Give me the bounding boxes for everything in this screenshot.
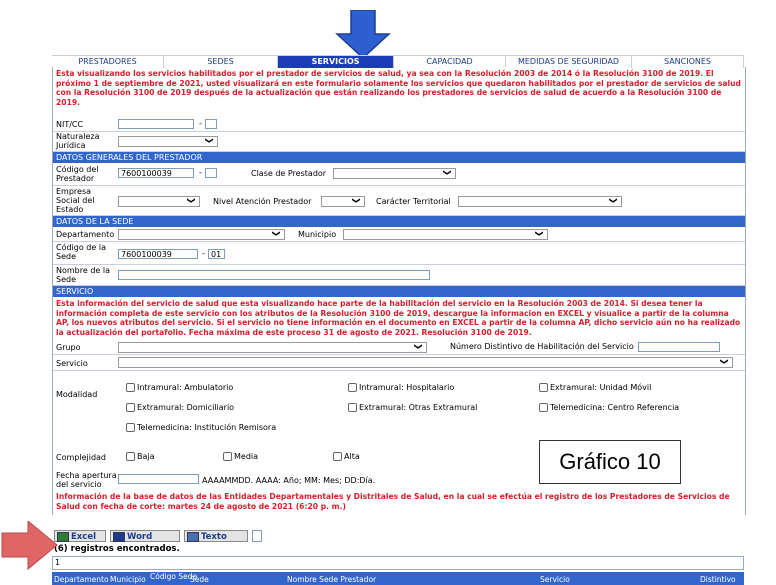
- word-icon: [113, 532, 125, 542]
- clase-prestador-label: Clase de Prestador: [251, 169, 327, 178]
- label-media: Media: [234, 452, 259, 461]
- grupo-label: Grupo: [56, 343, 81, 352]
- fecha-hint: AAAAMMDD. AAAA: Año; MM: Mes; DD:Día.: [202, 476, 376, 485]
- notice-servicio: Esta información del servicio de salud q…: [56, 299, 741, 337]
- empresa-social-label: Empresa Social del Estado: [56, 187, 95, 214]
- departamento-label: Departamento: [56, 230, 115, 239]
- section-datos-sede: DATOS DE LA SEDE: [53, 216, 745, 227]
- checkbox-telemedicina-centro[interactable]: [539, 403, 548, 412]
- col-nombre-sede[interactable]: Nombre Sede Prestador: [287, 575, 376, 584]
- tab-bar: PRESTADORES SEDES SERVICIOS CAPACIDAD ME…: [52, 55, 745, 68]
- codigo-sede-label: Código de la Sede: [56, 243, 106, 261]
- checkbox-extramural-otras[interactable]: [348, 403, 357, 412]
- municipio-select[interactable]: [343, 229, 548, 240]
- col-departamento[interactable]: Departamento: [54, 575, 109, 584]
- nit-dv-input[interactable]: [205, 119, 217, 129]
- word-button-label: Word: [127, 532, 153, 542]
- results-table-header: Departamento Municipio Código Sede Sede …: [52, 572, 744, 585]
- grupo-select[interactable]: [118, 342, 427, 353]
- excel-button-label: Excel: [71, 532, 97, 542]
- pagination-row: 1: [52, 556, 744, 570]
- clase-prestador-select[interactable]: [333, 168, 456, 179]
- nit-label: NIT/CC: [56, 120, 84, 129]
- checkbox-extramural-unidad-movil[interactable]: [539, 383, 548, 392]
- col-distintivo[interactable]: Distintivo: [700, 575, 736, 584]
- checkbox-intramural-hospitalario[interactable]: [348, 383, 357, 392]
- texto-button[interactable]: Texto: [184, 530, 248, 542]
- section-servicio: SERVICIO: [53, 286, 745, 297]
- col-municipio[interactable]: Municipio: [110, 575, 146, 584]
- texto-button-label: Texto: [201, 532, 227, 542]
- codigo-prestador-label: Código del Prestador: [56, 165, 99, 183]
- label-baja: Baja: [137, 452, 155, 461]
- codigo-prestador-dv-input[interactable]: [205, 168, 217, 178]
- section-datos-generales: DATOS GENERALES DEL PRESTADOR: [53, 152, 745, 163]
- departamento-select[interactable]: [118, 229, 285, 240]
- label-extramural-otras: Extramural: Otras Extramural: [359, 403, 478, 412]
- label-intramural-hospitalario: Intramural: Hospitalario: [359, 383, 455, 392]
- nivel-atencion-select[interactable]: [321, 196, 365, 207]
- texto-icon: [187, 532, 199, 542]
- codigo-sede-suffix-input[interactable]: 01: [208, 249, 225, 259]
- checkbox-intramural-ambulatorio[interactable]: [126, 383, 135, 392]
- excel-button[interactable]: Excel: [54, 530, 106, 542]
- label-telemedicina-remisora: Telemedicina: Institución Remisora: [137, 423, 277, 432]
- checkbox-extramural-domiciliario[interactable]: [126, 403, 135, 412]
- label-telemedicina-centro: Telemedicina: Centro Referencia: [550, 403, 680, 412]
- col-servicio[interactable]: Servicio: [540, 575, 570, 584]
- fecha-apertura-input[interactable]: [118, 474, 199, 484]
- naturaleza-select[interactable]: [118, 136, 218, 147]
- checkbox-telemedicina-remisora[interactable]: [126, 423, 135, 432]
- checkbox-media[interactable]: [223, 452, 232, 461]
- numero-distintivo-label: Número Distintivo de Habilitación del Se…: [450, 342, 634, 351]
- checkbox-alta[interactable]: [333, 452, 342, 461]
- right-arrow-annotation: [1, 521, 58, 571]
- codigo-prestador-separator: -: [199, 168, 202, 177]
- label-extramural-unidad-movil: Extramural: Unidad Móvil: [550, 383, 652, 392]
- grafico-label: Gráfico 10: [539, 440, 681, 484]
- codigo-sede-separator: -: [202, 249, 205, 258]
- municipio-label: Municipio: [298, 230, 337, 239]
- checkbox-baja[interactable]: [126, 452, 135, 461]
- nombre-sede-input[interactable]: [118, 270, 430, 280]
- codigo-sede-input[interactable]: 7600100039: [118, 249, 198, 259]
- nivel-atencion-label: Nivel Atención Prestador: [213, 197, 312, 206]
- numero-distintivo-input[interactable]: [638, 342, 720, 352]
- label-intramural-ambulatorio: Intramural: Ambulatorio: [137, 383, 234, 392]
- nombre-sede-label: Nombre de la Sede: [56, 266, 110, 284]
- servicio-select[interactable]: [118, 357, 733, 368]
- complejidad-label: Complejidad: [56, 453, 106, 462]
- fecha-apertura-label: Fecha apertura del servicio: [56, 471, 117, 489]
- caracter-territorial-select[interactable]: [458, 196, 622, 207]
- empresa-social-select[interactable]: [118, 196, 200, 207]
- naturaleza-label: Naturaleza Jurídica: [56, 132, 100, 150]
- label-alta: Alta: [344, 452, 360, 461]
- col-sede[interactable]: Sede: [190, 575, 209, 584]
- servicio-label: Servicio: [56, 359, 88, 368]
- info-base-datos: Información de la base de datos de las E…: [56, 492, 730, 511]
- word-button[interactable]: Word: [110, 530, 180, 542]
- notice-top: Esta visualizando los servicios habilita…: [56, 69, 741, 107]
- label-extramural-domiciliario: Extramural: Domiciliario: [137, 403, 235, 412]
- nit-separator: -: [199, 119, 202, 128]
- codigo-prestador-input[interactable]: 7600100039: [118, 168, 194, 178]
- export-extra-input[interactable]: [252, 530, 262, 542]
- nit-input[interactable]: [118, 119, 194, 129]
- down-arrow-annotation: [335, 10, 391, 60]
- modalidad-label: Modalidad: [56, 390, 98, 399]
- registros-count: (6) registros encontrados.: [54, 544, 180, 554]
- caracter-territorial-label: Carácter Territorial: [376, 197, 451, 206]
